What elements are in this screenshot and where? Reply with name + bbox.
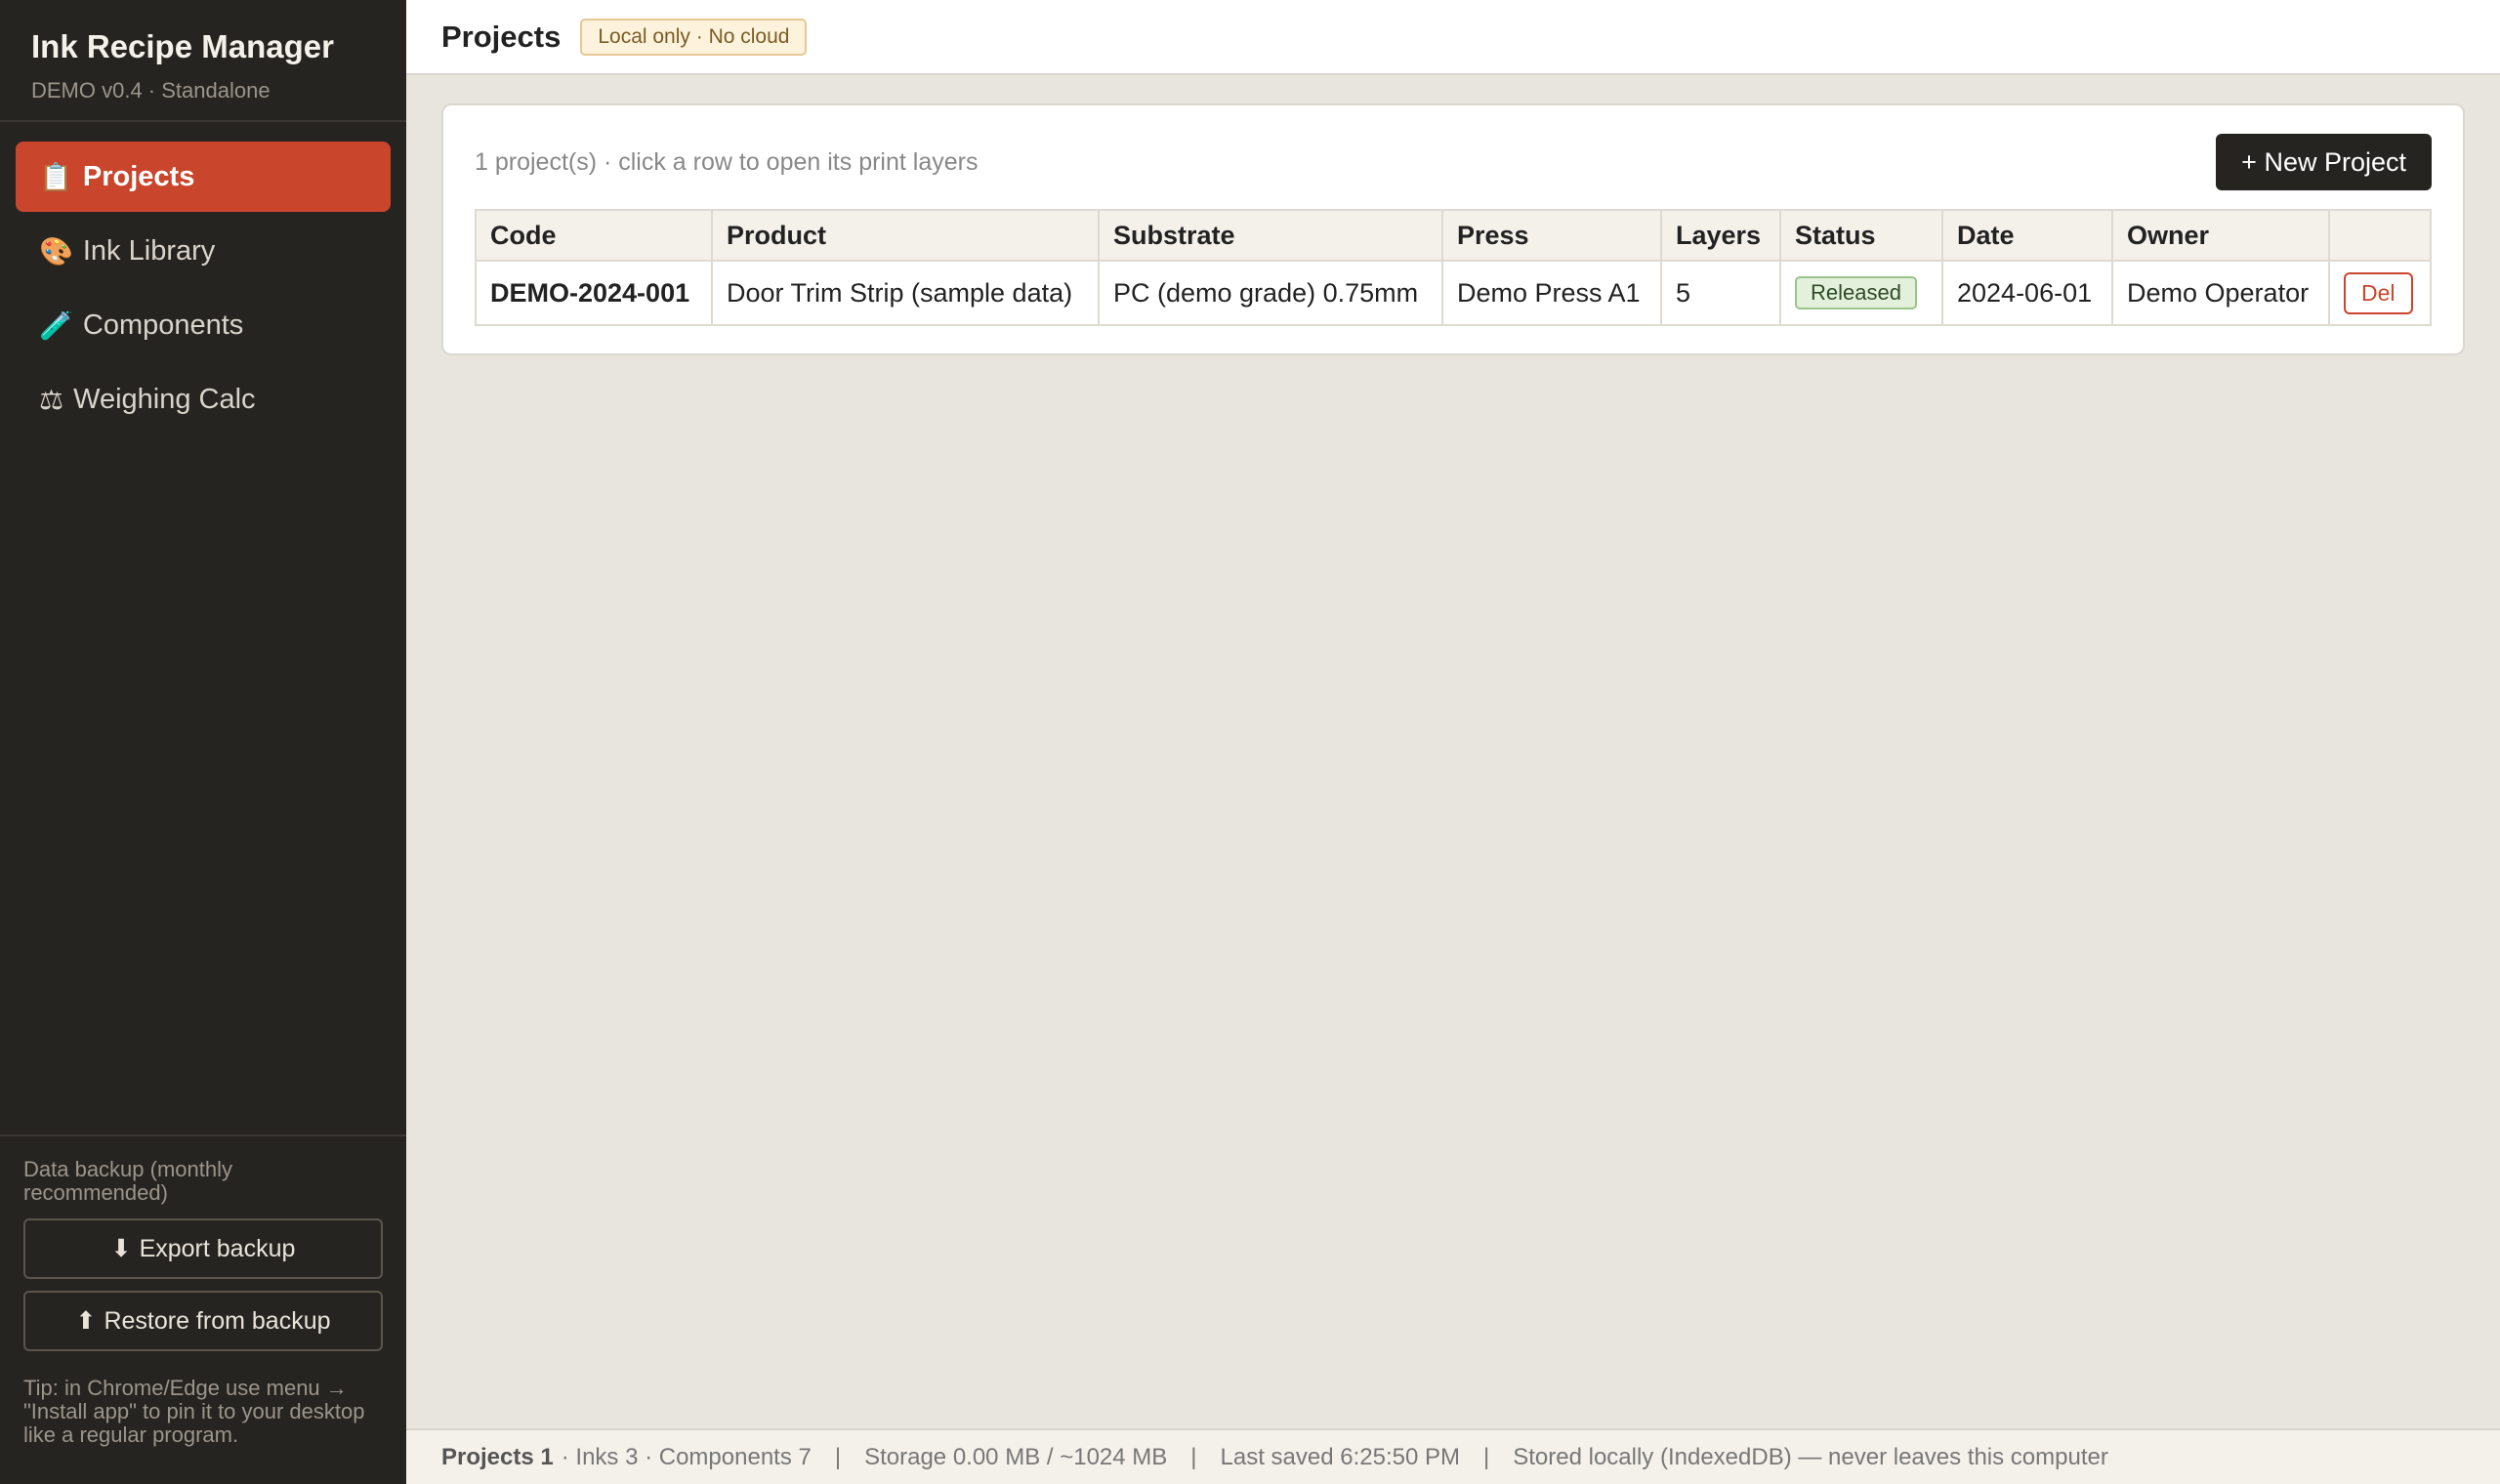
cell-date: 2024-06-01 — [1941, 260, 2113, 326]
cell-status: Released — [1779, 260, 1943, 326]
cell-substrate: PC (demo grade) 0.75mm — [1098, 260, 1443, 326]
sidebar-nav: 📋 Projects 🎨 Ink Library 🧪 Components ⚖ … — [0, 122, 406, 434]
sidebar-item-label: Weighing Calc — [73, 383, 256, 415]
sidebar-item-label: Projects — [82, 160, 195, 192]
restore-backup-button[interactable]: ⬆ Restore from backup — [23, 1291, 383, 1351]
test-tube-icon: 🧪 — [39, 309, 73, 341]
status-storage: Storage 0.00 MB / ~1024 MB — [864, 1443, 1168, 1470]
cell-owner: Demo Operator — [2111, 260, 2330, 326]
page-title: Projects — [441, 19, 562, 54]
project-count: 1 project(s) · click a row to open its p… — [475, 147, 979, 176]
download-icon: ⬇ — [110, 1235, 132, 1262]
column-header-layers[interactable]: Layers — [1660, 209, 1781, 262]
status-bar: Projects 1 · Inks 3 · Components 7 | Sto… — [406, 1428, 2500, 1484]
sidebar-item-ink-library[interactable]: 🎨 Ink Library — [16, 216, 391, 286]
status-separator: | — [1190, 1443, 1197, 1470]
table-row[interactable]: DEMO-2024-001 Door Trim Strip (sample da… — [475, 260, 2432, 326]
sidebar-item-projects[interactable]: 📋 Projects — [16, 142, 391, 212]
install-tip: Tip: in Chrome/Edge use menu → "Install … — [23, 1376, 365, 1447]
cell-layers: 5 — [1660, 260, 1781, 326]
cell-code: DEMO-2024-001 — [475, 260, 713, 326]
backup-label: Data backup (monthly recommended) — [23, 1157, 232, 1205]
card-header: 1 project(s) · click a row to open its p… — [475, 133, 2432, 191]
brand: Ink Recipe Manager DEMO v0.4 · Standalon… — [0, 0, 406, 122]
cell-product: Door Trim Strip (sample data) — [711, 260, 1100, 326]
upload-icon: ⬆ — [75, 1307, 97, 1335]
export-backup-button[interactable]: ⬇ Export backup — [23, 1218, 383, 1279]
delete-project-button[interactable]: Del — [2344, 271, 2413, 314]
topbar: Projects Local only · No cloud — [406, 0, 2500, 75]
status-projects-count: Projects 1 — [441, 1443, 554, 1470]
restore-backup-label: Restore from backup — [104, 1306, 331, 1335]
table-header-row: Code Product Substrate Press Layers Stat… — [475, 209, 2432, 262]
status-separator: | — [834, 1443, 842, 1470]
status-badge: Released — [1795, 276, 1917, 309]
scale-icon: ⚖ — [39, 384, 64, 415]
column-header-actions — [2328, 209, 2432, 262]
projects-table: Code Product Substrate Press Layers Stat… — [475, 209, 2432, 326]
sidebar-item-weighing-calc[interactable]: ⚖ Weighing Calc — [16, 364, 391, 434]
column-header-owner[interactable]: Owner — [2111, 209, 2330, 262]
status-counts: · Inks 3 · Components 7 — [561, 1443, 812, 1470]
app-title: Ink Recipe Manager — [31, 28, 334, 64]
sidebar-item-components[interactable]: 🧪 Components — [16, 290, 391, 360]
column-header-code[interactable]: Code — [475, 209, 713, 262]
local-only-badge: Local only · No cloud — [580, 18, 808, 56]
main-area: Projects Local only · No cloud 1 project… — [406, 0, 2500, 1484]
column-header-product[interactable]: Product — [711, 209, 1100, 262]
cell-actions: Del — [2328, 260, 2432, 326]
app-version: DEMO v0.4 · Standalone — [31, 78, 271, 103]
status-separator: | — [1483, 1443, 1490, 1470]
column-header-substrate[interactable]: Substrate — [1098, 209, 1443, 262]
status-storage-location: Stored locally (IndexedDB) — never leave… — [1513, 1443, 2108, 1470]
status-last-saved: Last saved 6:25:50 PM — [1220, 1443, 1460, 1470]
column-header-press[interactable]: Press — [1441, 209, 1662, 262]
column-header-date[interactable]: Date — [1941, 209, 2113, 262]
palette-icon: 🎨 — [39, 235, 73, 267]
new-project-button[interactable]: + New Project — [2216, 134, 2432, 190]
clipboard-icon: 📋 — [39, 161, 73, 192]
projects-card: 1 project(s) · click a row to open its p… — [441, 103, 2465, 355]
column-header-status[interactable]: Status — [1779, 209, 1943, 262]
cell-press: Demo Press A1 — [1441, 260, 1662, 326]
sidebar-item-label: Components — [82, 309, 244, 341]
sidebar: Ink Recipe Manager DEMO v0.4 · Standalon… — [0, 0, 406, 1484]
sidebar-item-label: Ink Library — [82, 234, 216, 267]
export-backup-label: Export backup — [139, 1234, 296, 1262]
backup-panel: Data backup (monthly recommended) ⬇ Expo… — [0, 1134, 406, 1447]
